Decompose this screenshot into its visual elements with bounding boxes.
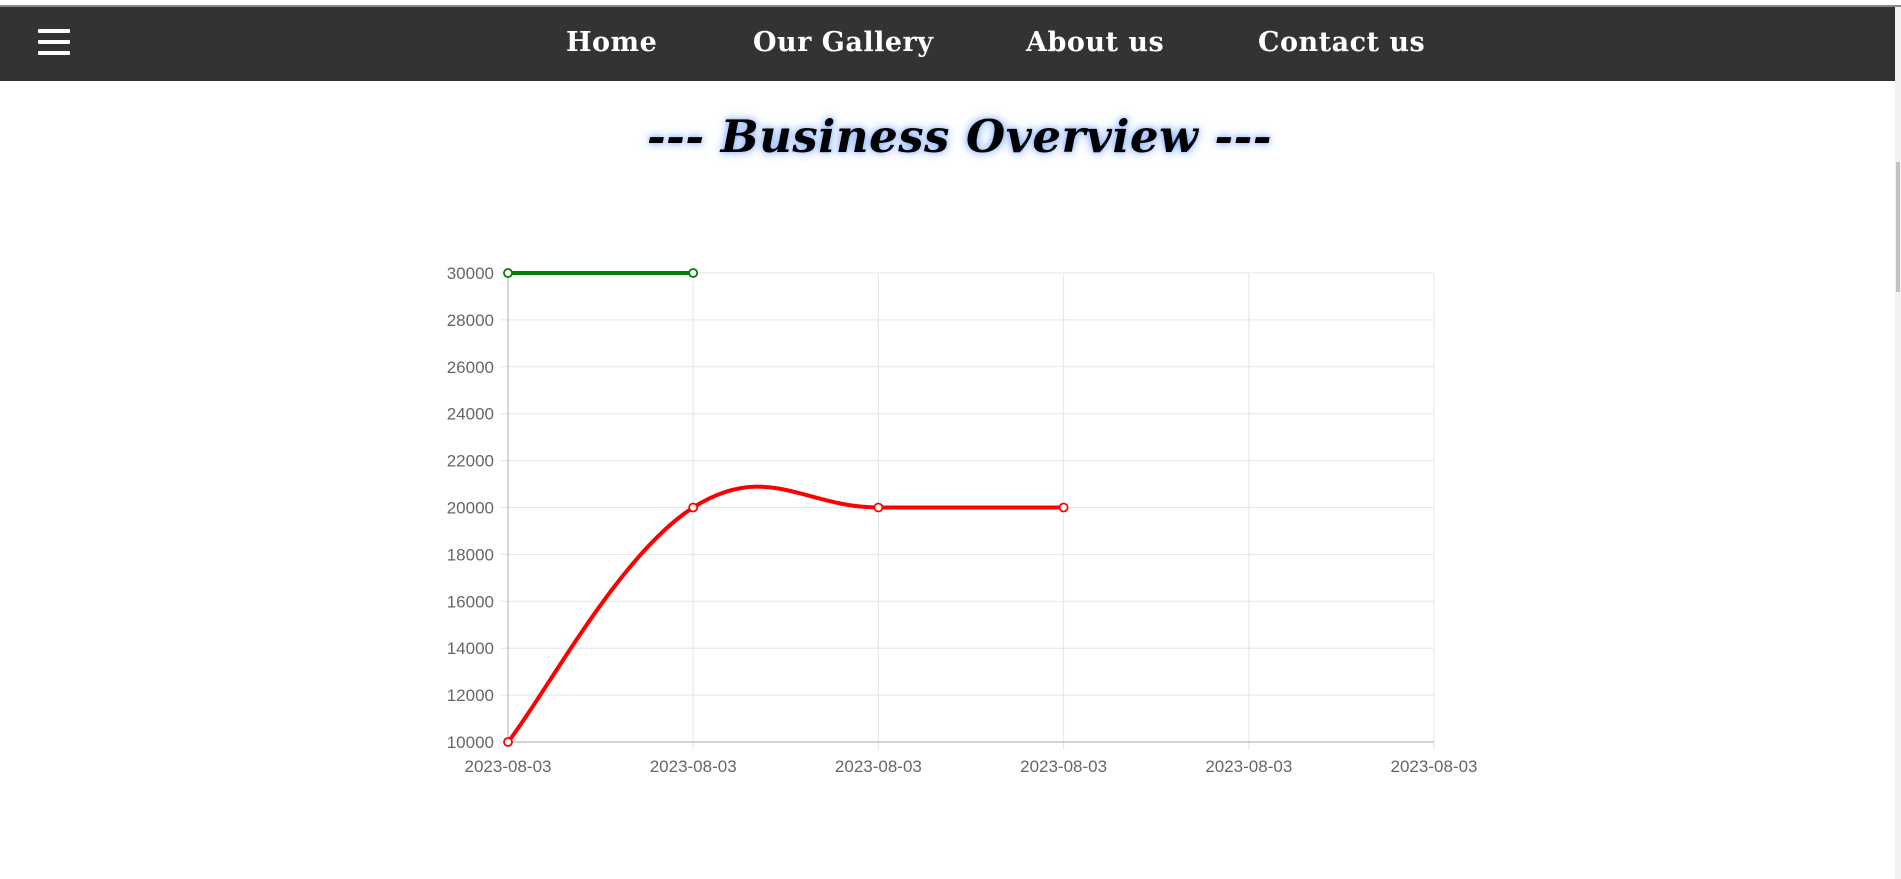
page-title: --- Business Overview --- <box>646 110 1273 163</box>
y-tick-label: 22000 <box>447 452 494 471</box>
data-point <box>688 502 699 513</box>
data-point <box>873 502 884 513</box>
series-line-1 <box>506 484 1066 744</box>
top-navbar: Home Our Gallery About us Contact us <box>0 7 1895 81</box>
x-tick-label: 2023-08-03 <box>465 757 552 776</box>
x-tick-label: 2023-08-03 <box>650 757 737 776</box>
y-tick-label: 16000 <box>447 592 494 611</box>
y-tick-label: 24000 <box>447 405 494 424</box>
x-tick-label: 2023-08-03 <box>1205 757 1292 776</box>
x-tick-label: 2023-08-03 <box>1391 757 1478 776</box>
y-tick-label: 10000 <box>447 733 494 752</box>
y-tick-label: 28000 <box>447 311 494 330</box>
y-tick-label: 26000 <box>447 358 494 377</box>
nav-link-gallery[interactable]: Our Gallery <box>753 27 933 58</box>
x-tick-label: 2023-08-03 <box>835 757 922 776</box>
data-point <box>503 737 513 747</box>
data-point <box>1058 502 1069 513</box>
y-tick-label: 12000 <box>447 686 494 705</box>
x-tick-label: 2023-08-03 <box>1020 757 1107 776</box>
nav-link-about[interactable]: About us <box>1026 27 1164 58</box>
data-point <box>688 268 699 278</box>
nav-link-home[interactable]: Home <box>566 27 657 58</box>
hamburger-menu-icon[interactable] <box>38 29 70 59</box>
y-tick-label: 20000 <box>447 499 494 518</box>
scrollbar-thumb[interactable] <box>1896 162 1900 292</box>
y-tick-label: 14000 <box>447 639 494 658</box>
y-tick-label: 30000 <box>447 264 494 283</box>
data-point <box>503 268 513 278</box>
y-tick-label: 18000 <box>447 545 494 564</box>
nav-link-contact[interactable]: Contact us <box>1258 27 1425 58</box>
